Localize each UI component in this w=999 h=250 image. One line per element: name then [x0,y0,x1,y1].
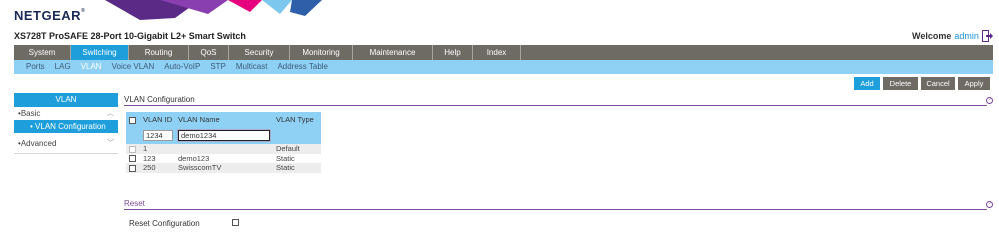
sidebar-item-basic-label: Basic [20,109,41,118]
vlan-type-cell: Default [273,144,321,154]
row-checkbox-cell [126,144,140,154]
reset-configuration-label: Reset Configuration [129,219,200,228]
row-checkbox[interactable] [129,155,136,163]
reset-divider [124,209,987,210]
top-banner: NETGEAR® [0,0,999,28]
apply-button[interactable]: Apply [958,77,990,90]
logo-trademark: ® [81,8,86,14]
vlan-id-cell: 1 [140,144,175,154]
help-icon[interactable]: ? [986,97,993,104]
vlan-configuration-title: VLAN Configuration [124,95,195,104]
sidebar-item-advanced-label: Advanced [20,139,57,148]
vlan-type-cell: Static [273,163,321,173]
subnav-auto-voip[interactable]: Auto-VoIP [164,60,200,74]
new-vlan-id-cell: 1234 [140,127,175,144]
new-vlan-row: 1234 demo1234 [126,127,321,144]
subnav-ports[interactable]: Ports [26,60,45,74]
select-all-cell [126,112,140,127]
help-icon[interactable]: ? [986,201,993,208]
row-checkbox[interactable] [129,164,136,172]
subnav-multicast[interactable]: Multicast [236,60,268,74]
logout-icon[interactable] [982,30,993,42]
new-vlan-name-cell: demo1234 [175,127,273,144]
sidebar-divider [14,153,118,154]
subnav-lag[interactable]: LAG [55,60,71,74]
nav-tab-index[interactable]: Index [473,45,521,60]
welcome-area: Welcome admin [912,31,979,41]
new-vlan-id-input[interactable]: 1234 [143,130,173,141]
nav-tab-monitoring[interactable]: Monitoring [290,45,353,60]
nav-tab-system[interactable]: System [14,45,71,60]
reset-title: Reset [124,199,145,208]
subnav-voice-vlan[interactable]: Voice VLAN [112,60,155,74]
cancel-button[interactable]: Cancel [921,77,955,90]
vlan-configuration-divider [124,105,987,106]
nav-tab-qos[interactable]: QoS [189,45,229,60]
main-nav: System Switching Routing QoS Security Mo… [14,45,993,60]
table-row[interactable]: 1 Default [126,144,321,154]
sidebar-item-basic[interactable]: •Basic ︿ [14,107,118,120]
brand-swoosh-graphic [105,0,322,20]
sidebar-item-vlan-configuration-label: VLAN Configuration [35,122,106,131]
table-row[interactable]: 123 demo123 Static [126,153,321,163]
action-bar: Add Delete Cancel Apply [854,77,990,90]
vlan-id-cell: 123 [140,153,175,163]
nav-tab-switching[interactable]: Switching [71,45,129,60]
chevron-down-icon: ﹀ [107,140,114,147]
username-link[interactable]: admin [954,31,979,41]
nav-tab-routing[interactable]: Routing [129,45,189,60]
netgear-logo: NETGEAR® [14,8,85,23]
welcome-label: Welcome [912,31,952,41]
subnav-stp[interactable]: STP [210,60,226,74]
col-vlan-name[interactable]: VLAN Name [175,112,273,127]
col-vlan-type[interactable]: VLAN Type [273,112,321,127]
new-row-checkbox-cell [126,127,140,144]
row-checkbox-cell [126,153,140,163]
nav-tab-security[interactable]: Security [229,45,290,60]
row-checkbox-cell [126,163,140,173]
logo-text: NETGEAR [14,8,82,23]
delete-button[interactable]: Delete [883,77,918,90]
sidebar: VLAN •Basic ︿ • VLAN Configuration •Advan… [14,93,118,154]
vlan-table-header: VLAN ID VLAN Name VLAN Type [126,112,321,127]
vlan-type-cell: Static [273,153,321,163]
subnav-address-table[interactable]: Address Table [277,60,328,74]
vlan-name-cell: SwisscomTV [175,163,273,173]
select-all-checkbox[interactable] [129,116,136,124]
vlan-id-cell: 250 [140,163,175,173]
row-checkbox [129,145,136,153]
vlan-table: VLAN ID VLAN Name VLAN Type 1234 demo123… [126,112,321,173]
sub-nav: Ports LAG VLAN Voice VLAN Auto-VoIP STP … [14,60,993,74]
subnav-vlan[interactable]: VLAN [81,60,102,74]
nav-tab-maintenance[interactable]: Maintenance [353,45,433,60]
sidebar-item-advanced[interactable]: •Advanced ﹀ [14,137,118,150]
product-title: XS728T ProSAFE 28-Port 10-Gigabit L2+ Sm… [14,31,246,41]
new-vlan-name-input[interactable]: demo1234 [177,129,271,142]
new-vlan-type-cell [273,127,321,144]
sidebar-item-vlan-configuration[interactable]: • VLAN Configuration [14,120,118,133]
nav-tab-help[interactable]: Help [433,45,473,60]
table-row[interactable]: 250 SwisscomTV Static [126,163,321,173]
chevron-up-icon: ︿ [107,110,114,117]
reset-configuration-checkbox[interactable] [232,219,239,226]
vlan-name-cell [175,144,273,154]
col-vlan-id[interactable]: VLAN ID [140,112,175,127]
vlan-name-cell: demo123 [175,153,273,163]
sidebar-title: VLAN [14,93,118,107]
add-button[interactable]: Add [854,77,880,90]
